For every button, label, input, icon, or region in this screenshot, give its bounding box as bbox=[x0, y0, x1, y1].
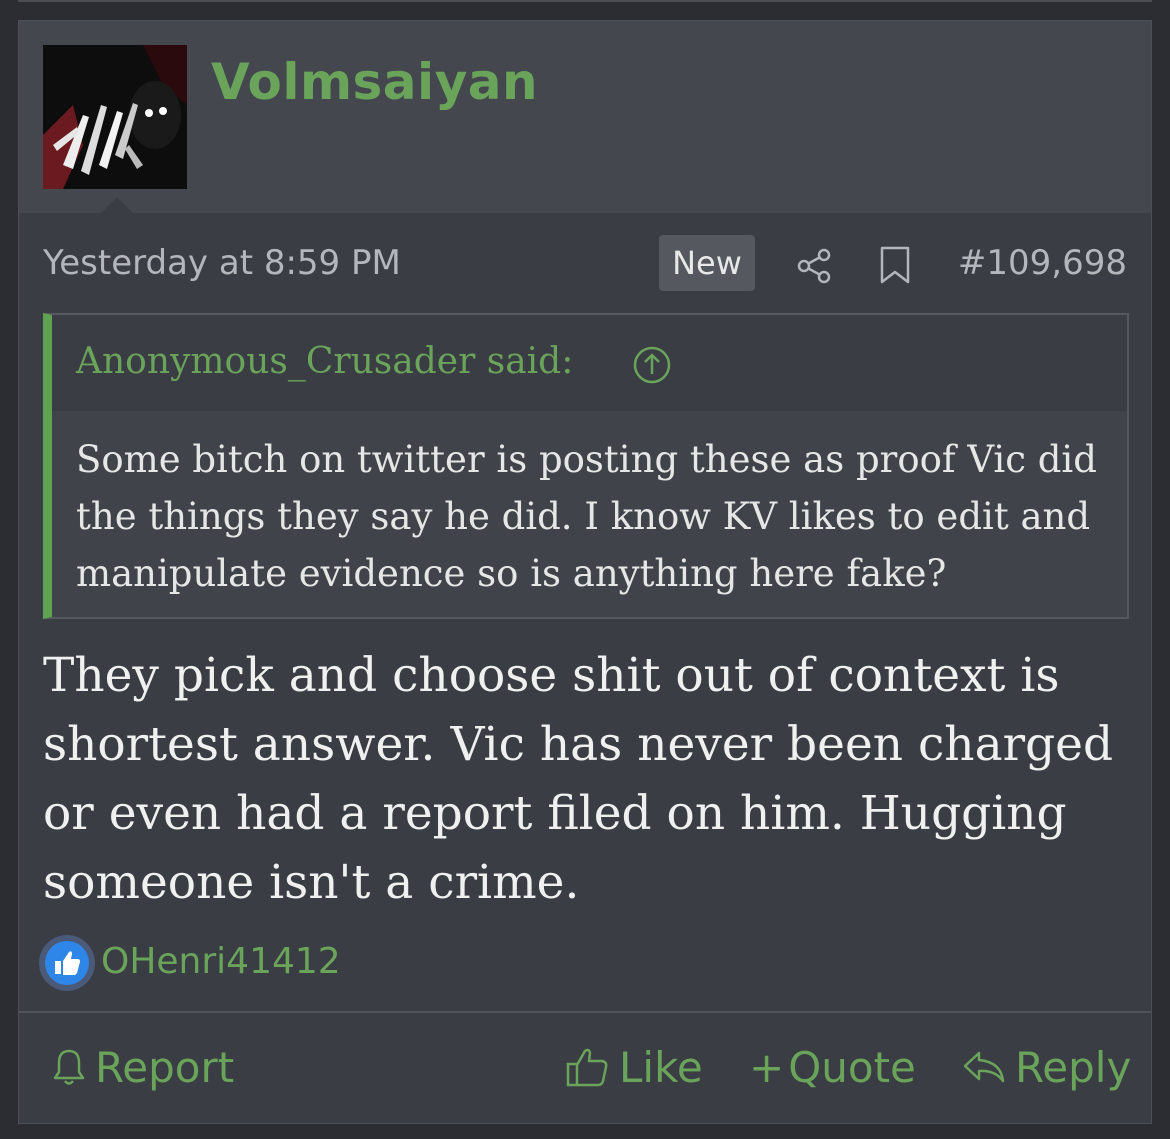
thumbs-up-icon bbox=[55, 951, 80, 975]
quote-author-link[interactable]: Anonymous_Crusader said: bbox=[76, 341, 573, 382]
post-number-link[interactable]: #109,698 bbox=[958, 243, 1127, 283]
report-label: Report bbox=[95, 1042, 235, 1092]
arrow-up-circle-icon[interactable] bbox=[632, 345, 672, 385]
post-username[interactable]: Volmsaiyan bbox=[211, 53, 538, 111]
quote-block: Anonymous_Crusader said: Some bitch on t… bbox=[43, 313, 1129, 619]
like-button[interactable]: Like bbox=[565, 1013, 703, 1121]
reply-arrow-icon bbox=[963, 1051, 1005, 1083]
post-card: Volmsaiyan Yesterday at 8:59 PM New #109… bbox=[18, 20, 1152, 1124]
top-divider bbox=[18, 0, 1152, 2]
user-avatar[interactable] bbox=[43, 45, 187, 189]
new-badge: New bbox=[659, 235, 755, 291]
quote-header: Anonymous_Crusader said: bbox=[52, 315, 1127, 411]
bookmark-icon[interactable] bbox=[879, 245, 911, 285]
reply-button[interactable]: Reply bbox=[961, 1013, 1131, 1121]
post-timestamp[interactable]: Yesterday at 8:59 PM bbox=[43, 243, 401, 283]
share-icon[interactable] bbox=[795, 247, 833, 285]
quote-content: Some bitch on twitter is posting these a… bbox=[76, 438, 1097, 595]
post-actions-footer: Report Like + Quote Reply bbox=[19, 1011, 1151, 1123]
bell-icon bbox=[53, 1049, 85, 1085]
like-reaction-inner bbox=[45, 941, 89, 985]
reaction-users-link[interactable]: OHenri41412 bbox=[101, 941, 341, 982]
like-label: Like bbox=[619, 1042, 703, 1092]
post-user-header: Volmsaiyan bbox=[19, 21, 1151, 213]
report-button[interactable]: Report bbox=[51, 1013, 234, 1121]
like-reaction-badge bbox=[39, 935, 95, 991]
post-body: They pick and choose shit out of context… bbox=[43, 648, 1114, 910]
plus-icon: + bbox=[749, 1042, 785, 1092]
thumbs-up-outline-icon bbox=[566, 1048, 608, 1087]
quote-label: Quote bbox=[788, 1042, 916, 1092]
quote-button[interactable]: + Quote bbox=[749, 1013, 916, 1121]
reply-label: Reply bbox=[1015, 1042, 1132, 1092]
avatar-artwork bbox=[43, 45, 187, 189]
header-pointer bbox=[101, 197, 133, 213]
